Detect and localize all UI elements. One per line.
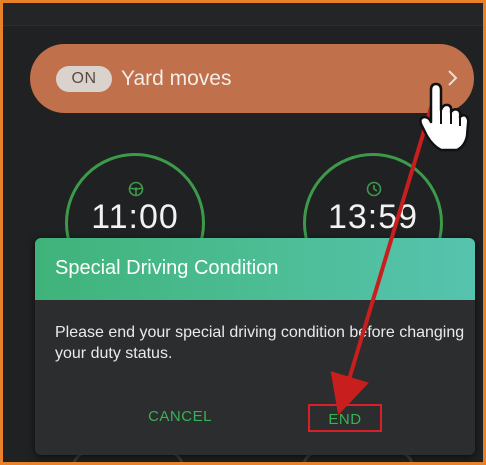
dialog-message: Please end your special driving conditio… bbox=[55, 324, 465, 362]
app-screen: ON Yard moves 11:00 13:59 Special Drivin… bbox=[0, 0, 486, 465]
end-button[interactable]: END bbox=[308, 404, 382, 432]
yard-moves-label: Yard moves bbox=[121, 67, 232, 90]
dialog-header: Special Driving Condition bbox=[35, 238, 475, 300]
shift-time-value: 13:59 bbox=[327, 198, 419, 236]
yard-moves-row[interactable]: ON Yard moves bbox=[30, 44, 474, 113]
cancel-button[interactable]: CANCEL bbox=[135, 408, 225, 425]
clock-icon bbox=[366, 181, 382, 197]
steering-wheel-icon bbox=[128, 181, 144, 197]
on-toggle-badge[interactable]: ON bbox=[56, 66, 112, 92]
top-bar bbox=[3, 3, 483, 26]
special-driving-condition-dialog: Special Driving Condition Please end you… bbox=[35, 238, 475, 455]
chevron-right-icon bbox=[448, 70, 458, 86]
drive-time-value: 11:00 bbox=[91, 198, 179, 236]
dialog-title: Special Driving Condition bbox=[55, 257, 279, 279]
